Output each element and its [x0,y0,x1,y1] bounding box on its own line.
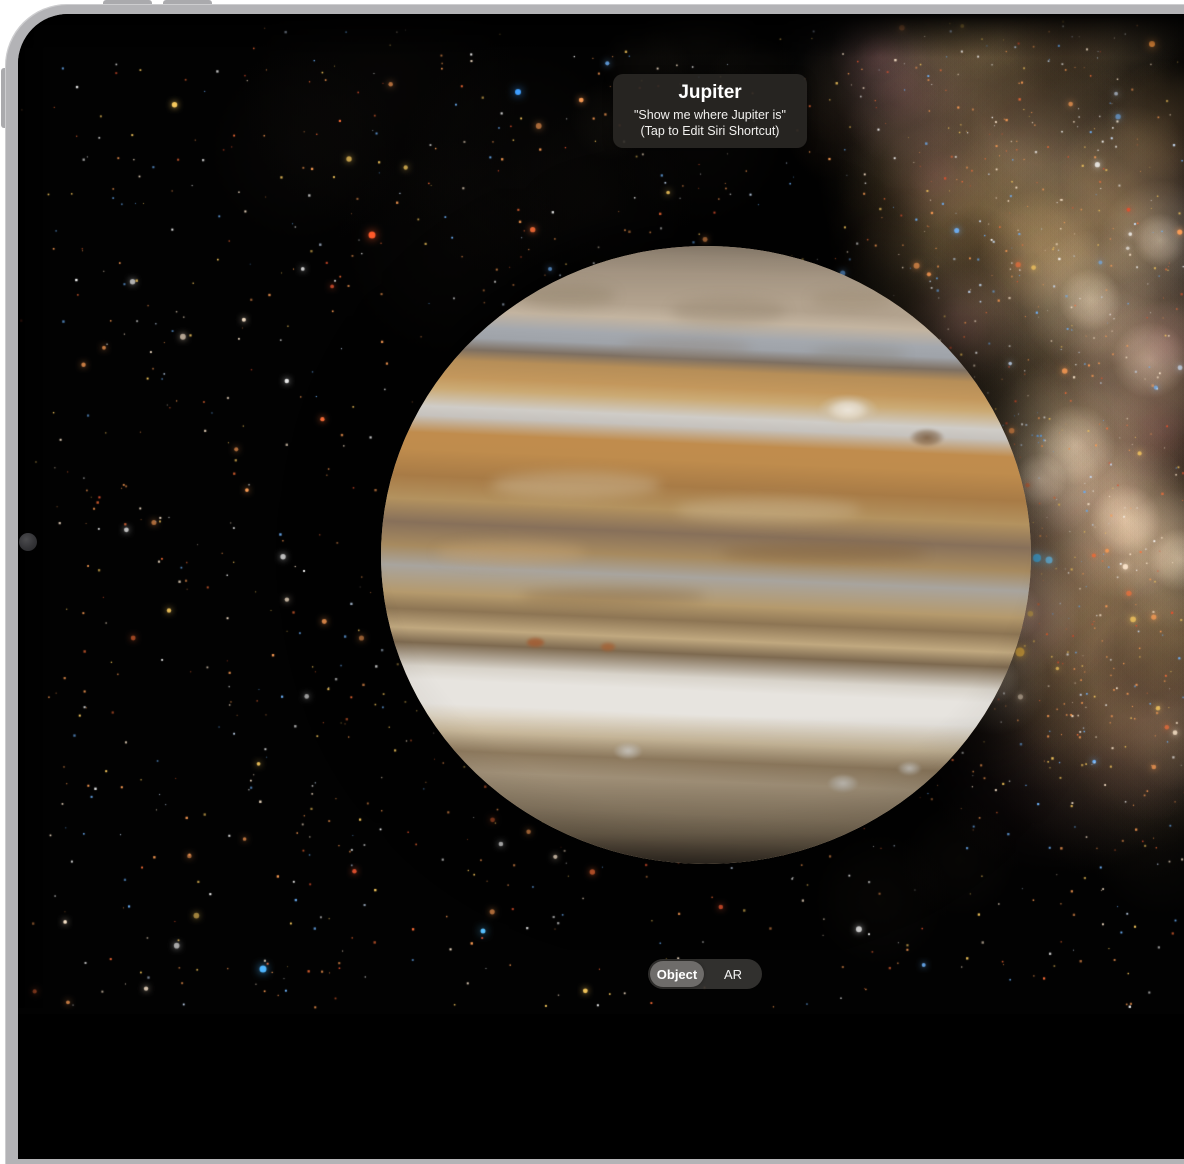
front-camera [19,533,37,551]
ipad-frame: Jupiter "Show me where Jupiter is" (Tap … [5,4,1184,1164]
tooltip-title: Jupiter [621,82,799,104]
tooltip-subtitle-line1: "Show me where Jupiter is" [621,107,799,123]
mode-object-button[interactable]: Object [650,961,704,987]
view-mode-switcher: Object AR [648,959,762,989]
tooltip-subtitle-line2: (Tap to Edit Siri Shortcut) [621,123,799,139]
siri-shortcut-tooltip[interactable]: Jupiter "Show me where Jupiter is" (Tap … [613,74,807,148]
mode-ar-button[interactable]: AR [704,961,762,987]
ipad-screen: Jupiter "Show me where Jupiter is" (Tap … [18,14,1184,1159]
jupiter-planet[interactable] [381,246,1031,864]
limb-shading [381,246,1031,864]
